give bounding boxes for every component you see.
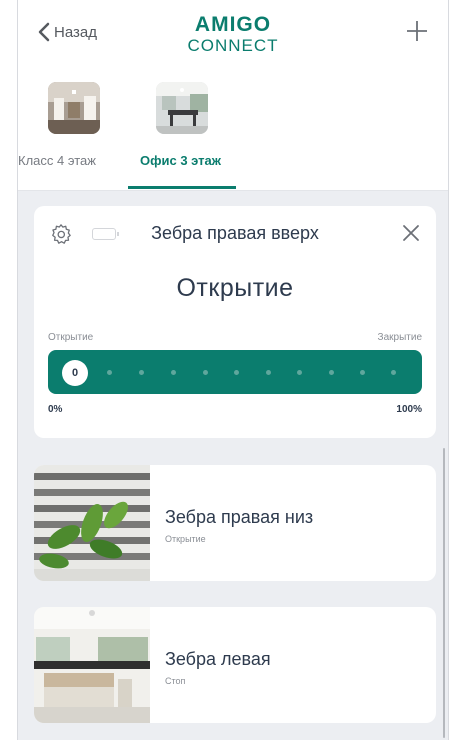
device-photo (34, 465, 150, 581)
app-screen: Назад AMIGO CONNECT Класс 4 этаж Офис 3 … (17, 0, 449, 740)
device-status-text: Стоп (165, 676, 186, 686)
room-thumbnail-office[interactable] (156, 82, 208, 134)
slider-step-dot (203, 370, 208, 375)
slider-step-dot (266, 370, 271, 375)
device-name: Зебра правая низ (165, 507, 314, 527)
device-status-text: Открытие (165, 534, 206, 544)
plus-icon (407, 21, 427, 41)
slider-max-label: 100% (396, 404, 422, 415)
slider-min-label: 0% (48, 404, 63, 415)
device-card[interactable]: Зебра левая Стоп (34, 607, 436, 723)
slider-knob[interactable]: 0 (62, 360, 88, 386)
slider-step-dot (297, 370, 302, 375)
device-control-card: Зебра правая вверх Открытие Открытие Зак… (34, 206, 436, 438)
device-photo (34, 607, 150, 723)
room-thumbnail-class[interactable] (48, 82, 100, 134)
device-name: Зебра левая (165, 649, 271, 669)
app-logo: AMIGO CONNECT (18, 14, 448, 56)
close-icon (403, 225, 419, 241)
slider-step-dot (234, 370, 239, 375)
slider-label-open: Открытие (48, 332, 94, 343)
close-button[interactable] (402, 224, 420, 247)
room-photo-icon (156, 82, 208, 134)
slider-step-dot (107, 370, 112, 375)
room-tab-office[interactable]: Офис 3 этаж (140, 153, 221, 168)
slider-step-dot (391, 370, 396, 375)
logo-line2: CONNECT (187, 36, 279, 55)
header: Назад AMIGO CONNECT Класс 4 этаж Офис 3 … (18, 0, 448, 191)
device-title: Зебра правая вверх (151, 223, 319, 243)
device-card[interactable]: Зебра правая низ Открытие (34, 465, 436, 581)
scrollbar[interactable] (443, 448, 445, 738)
slider-step-dot (360, 370, 365, 375)
logo-line1: AMIGO (194, 13, 272, 36)
slider-step-dot (139, 370, 144, 375)
slider-step-dot (171, 370, 176, 375)
add-button[interactable] (406, 20, 428, 47)
active-tab-indicator (128, 186, 236, 189)
position-slider[interactable]: 0 (48, 350, 422, 394)
plant-blinds-photo-icon (34, 465, 150, 581)
kitchen-photo-icon (34, 607, 150, 723)
slider-label-close: Закрытие (377, 332, 422, 343)
slider-step-dot (329, 370, 334, 375)
room-tab-class[interactable]: Класс 4 этаж (18, 153, 96, 168)
room-photo-icon (48, 82, 100, 134)
device-status: Открытие (176, 274, 294, 302)
